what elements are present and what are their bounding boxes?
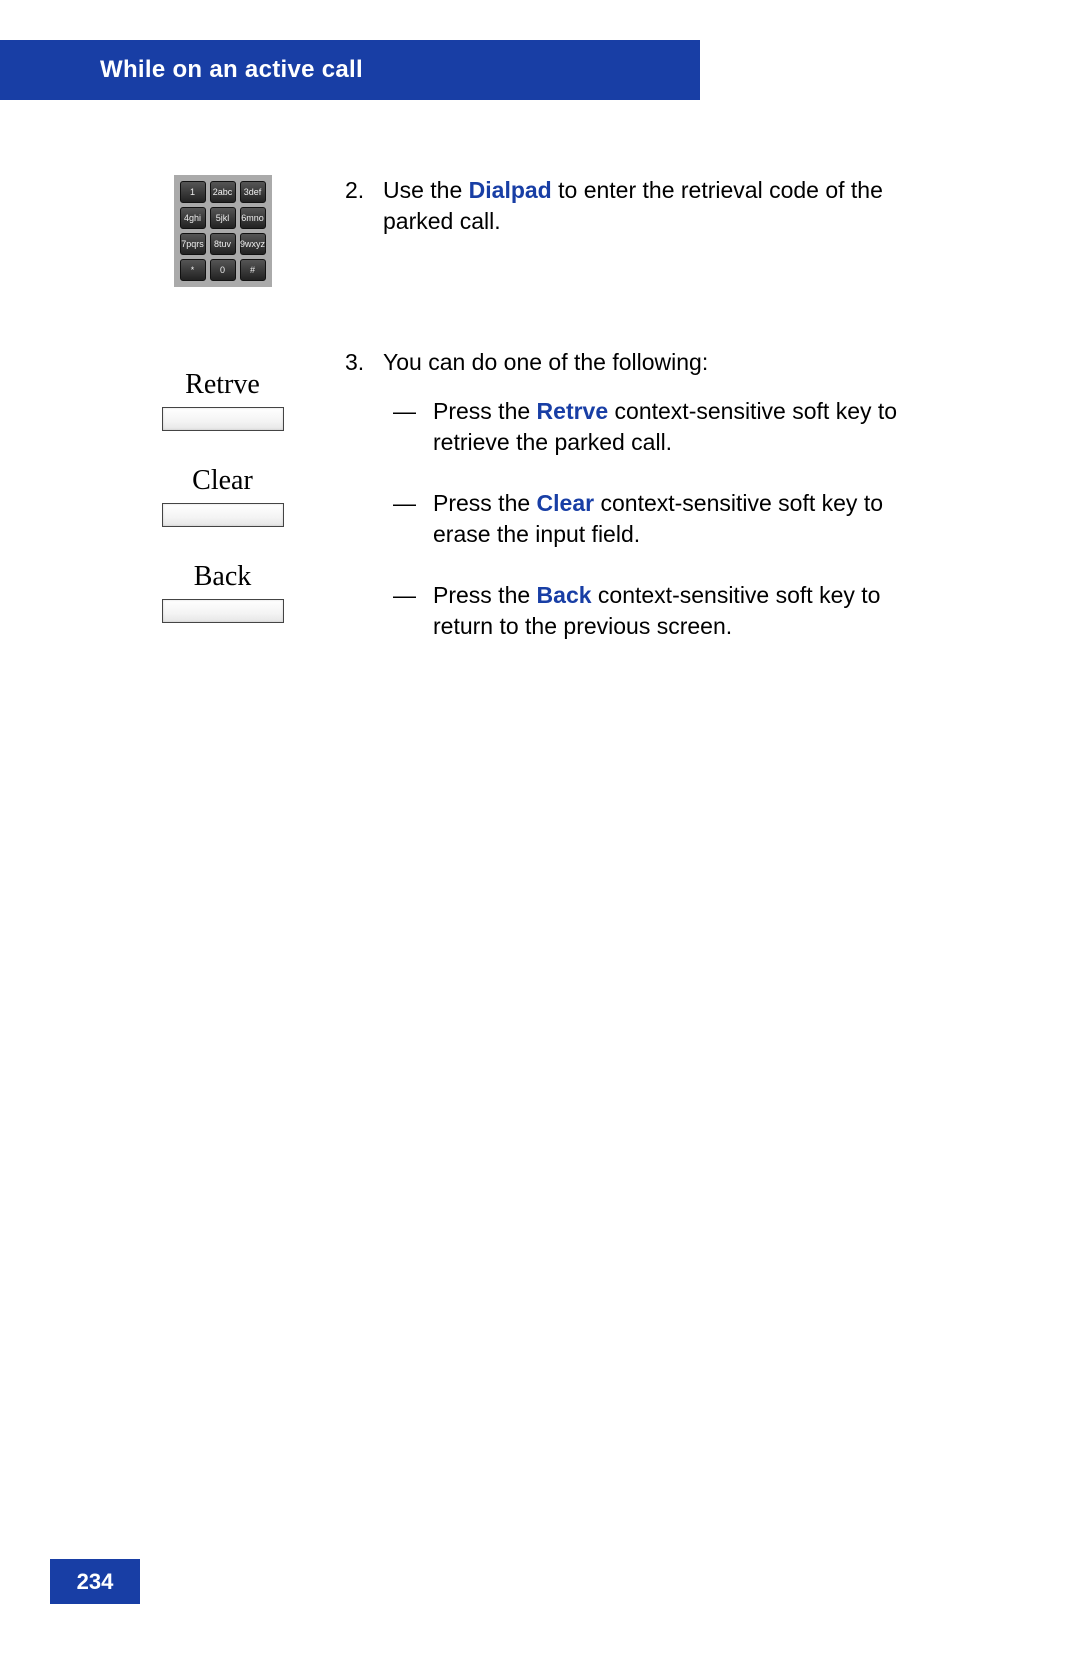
step-number: 3.: [345, 347, 383, 672]
softkeys-column: Retrve Clear Back: [100, 369, 345, 657]
dialpad-key: 1: [180, 181, 206, 203]
term-back: Back: [537, 582, 592, 608]
text: Use the: [383, 177, 469, 203]
sub-item-retrve: — Press the Retrve context-sensitive sof…: [383, 396, 920, 458]
softkey-retrve: Retrve: [162, 369, 284, 431]
text: Press the: [433, 490, 537, 516]
term-retrve: Retrve: [537, 398, 609, 424]
step-body: Use the Dialpad to enter the retrieval c…: [383, 175, 920, 237]
sub-item-clear: — Press the Clear context-sensitive soft…: [383, 488, 920, 550]
step-body: You can do one of the following: — Press…: [383, 347, 920, 672]
text: Press the: [433, 398, 537, 424]
softkey-button[interactable]: [162, 599, 284, 623]
term-clear: Clear: [537, 490, 595, 516]
header-bar: While on an active call: [0, 40, 700, 100]
dialpad-key: 6mno: [240, 207, 266, 229]
dialpad-column: 1 2abc 3def 4ghi 5jkl 6mno 7pqrs 8tuv 9w…: [100, 175, 345, 287]
softkey-back: Back: [162, 561, 284, 623]
sub-body: Press the Clear context-sensitive soft k…: [433, 488, 920, 550]
dialpad-key: 4ghi: [180, 207, 206, 229]
softkey-clear: Clear: [162, 465, 284, 527]
dialpad-key: 5jkl: [210, 207, 236, 229]
page-title: While on an active call: [100, 56, 363, 84]
dialpad-icon: 1 2abc 3def 4ghi 5jkl 6mno 7pqrs 8tuv 9w…: [174, 175, 272, 287]
sub-body: Press the Retrve context-sensitive soft …: [433, 396, 920, 458]
dialpad-key: *: [180, 259, 206, 281]
step-2-text: 2. Use the Dialpad to enter the retrieva…: [345, 175, 920, 237]
dialpad-key: 8tuv: [210, 233, 236, 255]
sub-body: Press the Back context-sensitive soft ke…: [433, 580, 920, 642]
softkey-button[interactable]: [162, 407, 284, 431]
dialpad-key: 7pqrs: [180, 233, 206, 255]
dash: —: [383, 396, 433, 458]
dialpad-key: 9wxyz: [240, 233, 266, 255]
dialpad-key: 2abc: [210, 181, 236, 203]
softkey-label: Back: [194, 561, 252, 593]
sub-item-back: — Press the Back context-sensitive soft …: [383, 580, 920, 642]
term-dialpad: Dialpad: [469, 177, 552, 203]
softkey-label: Clear: [192, 465, 253, 497]
dialpad-key: 0: [210, 259, 236, 281]
softkey-label: Retrve: [185, 369, 260, 401]
page-number: 234: [50, 1559, 140, 1604]
dialpad-key: #: [240, 259, 266, 281]
step-number: 2.: [345, 175, 383, 237]
step-2-row: 1 2abc 3def 4ghi 5jkl 6mno 7pqrs 8tuv 9w…: [100, 175, 920, 287]
text: You can do one of the following:: [383, 349, 708, 375]
dialpad-key: 3def: [240, 181, 266, 203]
dash: —: [383, 580, 433, 642]
content: 1 2abc 3def 4ghi 5jkl 6mno 7pqrs 8tuv 9w…: [100, 175, 920, 732]
step-3-row: Retrve Clear Back 3. You can do one of t…: [100, 347, 920, 672]
dash: —: [383, 488, 433, 550]
text: Press the: [433, 582, 537, 608]
step-3-text: 3. You can do one of the following: — Pr…: [345, 347, 920, 672]
softkey-button[interactable]: [162, 503, 284, 527]
